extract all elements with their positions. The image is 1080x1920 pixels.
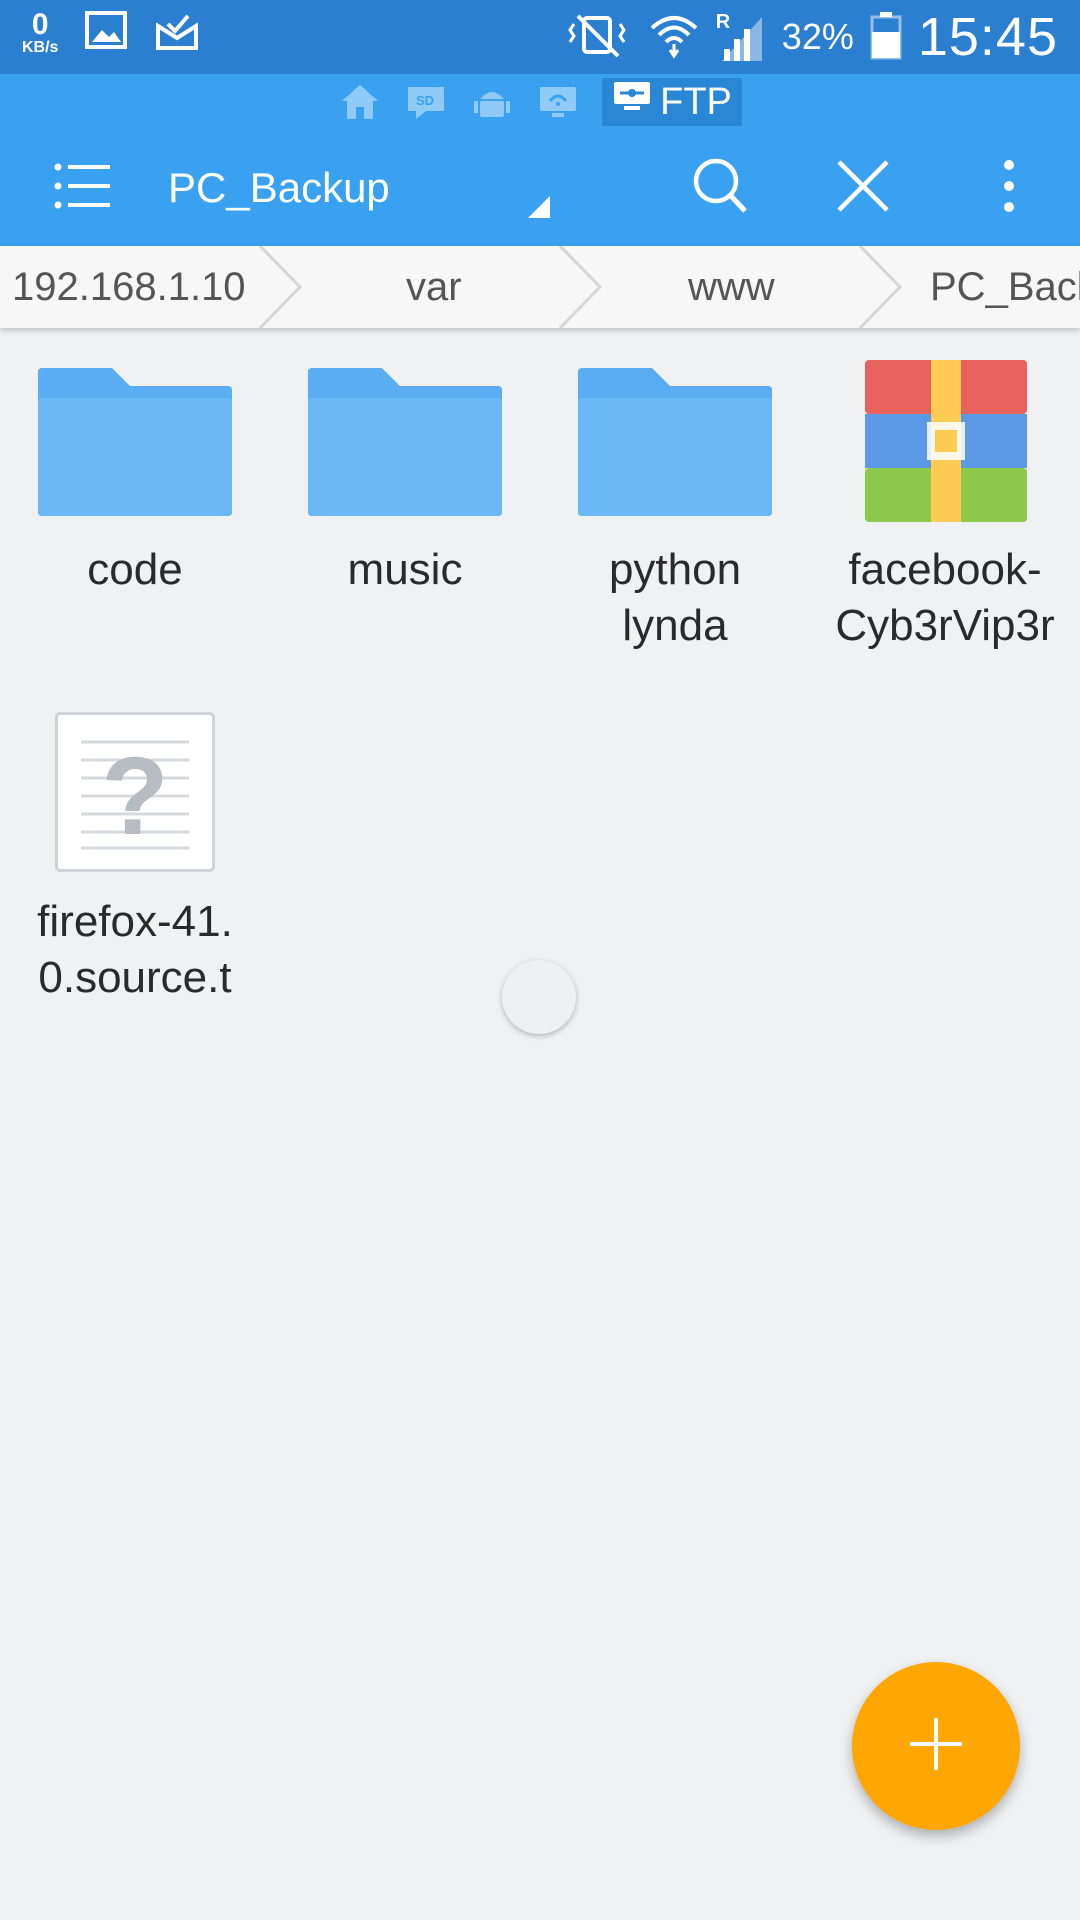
wifi-icon [648, 10, 700, 65]
ftp-icon [612, 80, 652, 124]
svg-text:SD: SD [416, 93, 434, 108]
breadcrumb-separator [258, 246, 303, 328]
add-fab-button[interactable] [852, 1662, 1020, 1830]
mode-bar: SD FTP [0, 78, 1080, 126]
file-name: facebook- Cyb3rVip3r [835, 545, 1055, 650]
android-icon[interactable] [470, 82, 514, 122]
breadcrumb-separator [858, 246, 903, 328]
file-name: code [87, 545, 183, 594]
menu-button[interactable] [28, 130, 138, 246]
search-icon [690, 157, 748, 220]
ftp-label: FTP [660, 80, 732, 123]
close-icon [836, 159, 890, 218]
more-options-button[interactable] [954, 130, 1064, 246]
loading-spinner [502, 960, 576, 1034]
signal-icon: R [716, 11, 766, 63]
status-bar: 0 KB/s R 32% 15:45 [0, 0, 1080, 74]
sd-card-icon[interactable]: SD [404, 82, 448, 122]
search-button[interactable] [664, 130, 774, 246]
toolbar: PC_Backup [0, 130, 1080, 246]
breadcrumb: 192.168.1.10 var www PC_Backup [0, 246, 1080, 328]
file-item-firefox-source[interactable]: ? firefox-41. 0.source.t [0, 706, 270, 1006]
ftp-mode-tab[interactable]: FTP [602, 78, 742, 126]
vibrate-mute-icon [562, 10, 632, 65]
archive-icon [865, 360, 1027, 522]
folder-icon [308, 368, 502, 516]
folder-title[interactable]: PC_Backup [168, 130, 390, 246]
file-name: python lynda [608, 545, 742, 650]
home-icon[interactable] [338, 82, 382, 122]
file-item-music[interactable]: music [270, 354, 540, 598]
unknown-file-icon: ? [55, 712, 215, 872]
breadcrumb-item-var[interactable]: var [406, 246, 462, 328]
title-dropdown-indicator[interactable] [528, 196, 550, 218]
file-item-python-lynda[interactable]: python lynda [540, 354, 810, 654]
more-vert-icon [1002, 159, 1016, 218]
breadcrumb-item-host[interactable]: 192.168.1.10 [12, 246, 246, 328]
menu-icon [54, 163, 112, 214]
folder-icon [578, 368, 772, 516]
svg-text:?: ? [101, 735, 168, 858]
battery-percent: 32% [781, 16, 854, 57]
breadcrumb-item-current[interactable]: PC_Backup [930, 246, 1080, 328]
image-icon [84, 8, 128, 57]
breadcrumb-item-www[interactable]: www [688, 246, 775, 328]
file-item-code[interactable]: code [0, 354, 270, 598]
net-speed-indicator: 0 KB/s [22, 7, 59, 56]
app-bar: SD FTP PC_Backup [0, 74, 1080, 246]
mail-check-icon [154, 8, 200, 57]
file-name: music [347, 545, 463, 594]
clock: 15:45 [917, 7, 1058, 67]
plus-icon [908, 1716, 964, 1777]
close-button[interactable] [808, 130, 918, 246]
breadcrumb-separator [558, 246, 603, 328]
net-speed-unit: KB/s [22, 38, 59, 56]
wifi-share-icon[interactable] [536, 82, 580, 122]
battery-icon [870, 10, 902, 65]
file-name: firefox-41. 0.source.t [37, 897, 233, 1002]
folder-icon [38, 368, 232, 516]
file-item-facebook-archive[interactable]: facebook- Cyb3rVip3r [810, 354, 1080, 654]
net-speed-value: 0 [31, 7, 49, 41]
